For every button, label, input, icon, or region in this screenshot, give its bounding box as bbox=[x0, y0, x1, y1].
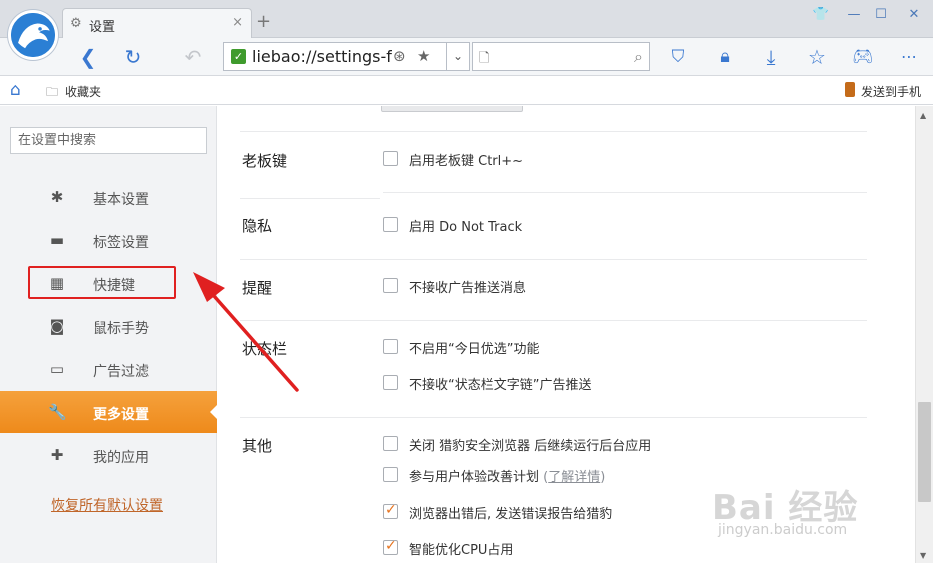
divider bbox=[240, 259, 867, 260]
checkbox[interactable] bbox=[383, 278, 398, 293]
bookmark-star-icon[interactable]: ☆ bbox=[805, 45, 829, 69]
option-label: 不接收广告推送消息 bbox=[409, 281, 527, 296]
option-label: 浏览器出错后, 发送错误报告给猎豹 bbox=[409, 507, 613, 522]
checkbox[interactable] bbox=[383, 339, 398, 354]
window-icon: ▭ bbox=[49, 360, 65, 378]
sidebar-item-label: 快捷键 bbox=[93, 278, 135, 294]
phone-icon bbox=[845, 82, 855, 97]
section-title-privacy: 隐私 bbox=[242, 217, 273, 235]
checkbox[interactable] bbox=[383, 436, 398, 451]
sidebar-item-label: 更多设置 bbox=[93, 407, 149, 423]
url-dropdown-icon[interactable]: ⌄ bbox=[446, 42, 470, 71]
sidebar-item-more-settings[interactable]: 🔧 更多设置 bbox=[0, 391, 217, 433]
mouse-icon: ◙ bbox=[49, 317, 65, 335]
sidebar-item-shortcuts[interactable]: ▦ 快捷键 bbox=[0, 262, 217, 304]
checkbox[interactable] bbox=[383, 467, 398, 482]
scroll-up-icon[interactable]: ▲ bbox=[920, 111, 926, 120]
option-label: 不启用“今日优选”功能 bbox=[409, 342, 540, 357]
checkbox[interactable] bbox=[383, 217, 398, 232]
section-title-status-bar: 状态栏 bbox=[242, 340, 288, 358]
sidebar-item-my-apps[interactable]: ✚ 我的应用 bbox=[0, 434, 217, 476]
settings-content: 老板键 启用老板键 Ctrl+~ 隐私 启用 Do Not Track 提醒 不… bbox=[218, 106, 915, 563]
option-label: 参与用户体验改善计划 bbox=[409, 470, 540, 485]
puzzle-icon: ✚ bbox=[50, 446, 64, 464]
sidebar-item-label: 基本设置 bbox=[93, 192, 149, 208]
bookmarks-folder[interactable]: 收藏夹 bbox=[65, 83, 101, 100]
sidebar-item-mouse-gestures[interactable]: ◙ 鼠标手势 bbox=[0, 305, 217, 347]
option-label: 启用 Do Not Track bbox=[409, 220, 523, 235]
divider bbox=[240, 417, 867, 418]
address-bar[interactable]: ✓ liebao://settings-frame/ ⊛ ★ bbox=[223, 42, 470, 71]
shortcut-icon: ▦ bbox=[49, 274, 65, 292]
sidebar-item-tabs[interactable]: ▬ 标签设置 bbox=[0, 219, 217, 261]
bookmarks-bar: ⌂ 🗀 收藏夹 发送到手机 bbox=[0, 77, 933, 105]
title-bar: ⚙ 设置 × + 👕 — ☐ ✕ bbox=[0, 0, 933, 38]
more-menu-icon[interactable]: ⋯ bbox=[897, 45, 921, 69]
send-to-phone-button[interactable]: 发送到手机 bbox=[861, 83, 921, 100]
sidebar-item-label: 我的应用 bbox=[93, 450, 149, 466]
divider bbox=[240, 131, 867, 132]
navigation-toolbar: ❮ ↻ ↶ ✓ liebao://settings-frame/ ⊛ ★ ⌄ 🗋… bbox=[0, 38, 933, 76]
search-box[interactable]: 🗋 ⌕ bbox=[472, 42, 650, 71]
option-label: 关闭 猎豹安全浏览器 后继续运行后台应用 bbox=[409, 439, 652, 454]
settings-search-input[interactable] bbox=[10, 127, 207, 154]
refresh-icon[interactable]: ↻ bbox=[121, 45, 145, 69]
scroll-thumb[interactable] bbox=[918, 402, 931, 502]
sidebar-item-basic[interactable]: ✱ 基本设置 bbox=[0, 176, 217, 218]
gear-icon: ⚙ bbox=[70, 16, 82, 31]
back-icon[interactable]: ❮ bbox=[76, 45, 100, 69]
tab-title: 设置 bbox=[89, 20, 116, 35]
restore-defaults-link[interactable]: 恢复所有默认设置 bbox=[51, 495, 163, 515]
sidebar-item-label: 鼠标手势 bbox=[93, 321, 149, 337]
checkbox-checked[interactable] bbox=[383, 502, 398, 519]
paren-close: ) bbox=[600, 470, 606, 485]
sidebar-item-label: 广告过滤 bbox=[93, 364, 149, 380]
option-label: 不接收“状态栏文字链”广告推送 bbox=[409, 378, 592, 393]
option-label: 启用老板键 Ctrl+~ bbox=[409, 154, 524, 169]
active-indicator bbox=[210, 405, 217, 419]
divider bbox=[240, 320, 867, 321]
search-icon[interactable]: ⌕ bbox=[634, 47, 643, 67]
sidebar-item-label: 标签设置 bbox=[93, 235, 149, 251]
gear-icon: ✱ bbox=[50, 188, 64, 206]
section-title-reminder: 提醒 bbox=[242, 279, 273, 297]
tab-icon: ▬ bbox=[49, 231, 65, 249]
skin-button[interactable]: 👕 bbox=[808, 5, 834, 25]
sidebar-item-ad-filter[interactable]: ▭ 广告过滤 bbox=[0, 348, 217, 390]
checkbox-checked[interactable] bbox=[383, 538, 398, 555]
undo-close-icon[interactable]: ↶ bbox=[181, 45, 205, 69]
maximize-button[interactable]: ☐ bbox=[868, 5, 894, 25]
option-label: 智能优化CPU占用 bbox=[409, 543, 514, 558]
wrench-icon: 🔧 bbox=[48, 403, 67, 421]
new-tab-button[interactable]: + bbox=[256, 13, 271, 31]
settings-sidebar: ✱ 基本设置 ▬ 标签设置 ▦ 快捷键 ◙ 鼠标手势 ▭ 广告过滤 🔧 更多设置… bbox=[0, 106, 217, 563]
scroll-down-icon[interactable]: ▼ bbox=[920, 551, 926, 560]
section-title-other: 其他 bbox=[242, 437, 273, 455]
checkbox[interactable] bbox=[383, 151, 398, 166]
game-controller-icon[interactable]: 🎮︎ bbox=[851, 45, 875, 69]
favorite-star-icon[interactable]: ★ bbox=[417, 47, 430, 65]
divider bbox=[383, 192, 867, 193]
shield-icon[interactable]: ⛉ bbox=[666, 45, 690, 69]
vertical-scrollbar[interactable]: ▲ ▼ bbox=[915, 106, 933, 563]
learn-more-link[interactable]: 了解详情 bbox=[548, 470, 600, 485]
partial-button[interactable] bbox=[381, 106, 523, 112]
section-title-boss-key: 老板键 bbox=[242, 152, 288, 170]
liebao-logo bbox=[8, 10, 58, 60]
lock-icon[interactable]: 🔒︎ bbox=[713, 45, 737, 69]
folder-icon: 🗀 bbox=[46, 85, 59, 99]
divider bbox=[240, 198, 380, 199]
url-text[interactable]: liebao://settings-frame/ bbox=[252, 47, 392, 66]
close-window-button[interactable]: ✕ bbox=[901, 5, 927, 25]
secure-icon: ✓ bbox=[231, 49, 246, 64]
compat-mode-icon[interactable]: ⊛ bbox=[393, 47, 406, 65]
search-engine-icon[interactable]: 🗋 bbox=[479, 49, 489, 71]
tab-settings[interactable]: ⚙ 设置 × bbox=[62, 8, 252, 38]
checkbox[interactable] bbox=[383, 375, 398, 390]
minimize-button[interactable]: — bbox=[841, 5, 867, 25]
option-label-wrap: 参与用户体验改善计划 (了解详情) bbox=[409, 466, 605, 485]
download-icon[interactable]: ⤓ bbox=[759, 45, 783, 69]
home-icon[interactable]: ⌂ bbox=[10, 80, 21, 100]
close-tab-button[interactable]: × bbox=[232, 15, 243, 30]
